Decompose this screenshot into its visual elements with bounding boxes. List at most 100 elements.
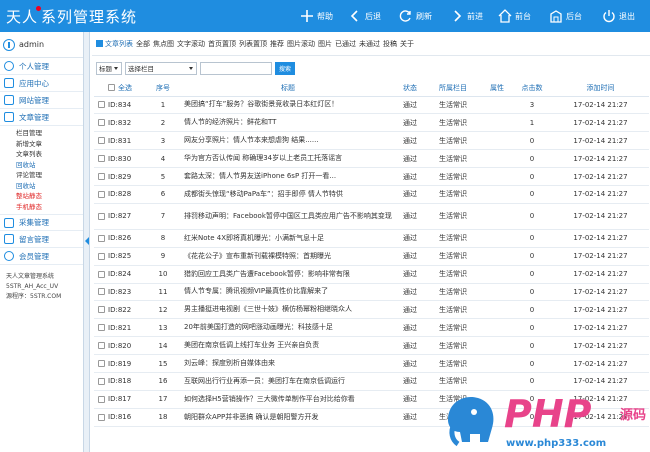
row-select[interactable]: ID:825 [94, 247, 146, 266]
row-select[interactable]: ID:826 [94, 229, 146, 248]
table-row[interactable]: ID:824 10 猎豹回应工具类广告遭Facebook暂停：影响非常有限 通过 生活常… [94, 265, 649, 284]
filter-link[interactable]: 关于 [400, 40, 414, 48]
row-checkbox[interactable] [98, 270, 105, 278]
row-status[interactable]: 通过 [396, 283, 424, 302]
select-all-checkbox[interactable] [108, 84, 115, 92]
sidebar-item-member[interactable]: 会员管理 [0, 248, 83, 265]
table-row[interactable]: ID:826 8 红米Note 4X即将真机曝光：小满新气息十足 通过 生活常识 0 17-… [94, 229, 649, 248]
row-checkbox[interactable] [98, 190, 105, 198]
row-title[interactable]: 男主播挺进电视剧《三世十妓》横仿杨幂粉相继晓众人 [180, 300, 396, 320]
row-checkbox[interactable] [98, 119, 105, 127]
filter-link[interactable]: 未通过 [359, 40, 380, 48]
backend-button[interactable]: 后台 [549, 0, 582, 32]
row-status[interactable]: 通过 [396, 113, 424, 133]
row-select[interactable]: ID:822 [94, 300, 146, 320]
sidebar-item-article[interactable]: 文章管理 [0, 109, 83, 126]
submenu-recycle[interactable]: 回收站 [0, 160, 83, 171]
row-status[interactable]: 通过 [396, 354, 424, 373]
submenu-static-mobile[interactable]: 手机静态 [0, 202, 83, 213]
row-title[interactable]: 《花花公子》宣布重新刊载裸模特照：首期曝光 [180, 247, 396, 266]
submenu-category[interactable]: 栏目管理 [0, 128, 83, 139]
row-checkbox[interactable] [98, 377, 105, 385]
sidebar-toggle[interactable] [84, 32, 90, 452]
filter-link[interactable]: 推荐 [270, 40, 284, 48]
filter-link[interactable]: 已通过 [335, 40, 356, 48]
row-status[interactable]: 通过 [396, 390, 424, 409]
filter-link[interactable]: 全部 [136, 40, 150, 48]
table-row[interactable]: ID:817 17 如何选择H5营销操作？三大微传单制作平台对比给你看 通过 生活常识 0… [94, 390, 649, 409]
sidebar-item-app-center[interactable]: 应用中心 [0, 75, 83, 92]
row-checkbox[interactable] [98, 413, 105, 421]
row-status[interactable]: 通过 [396, 336, 424, 356]
row-title[interactable]: 成都街头惊现“移动PaPa车”：招手即停 情人节特供 [180, 185, 396, 204]
filter-link[interactable]: 投稿 [383, 40, 397, 48]
search-button[interactable]: 搜索 [275, 61, 295, 75]
row-select[interactable]: ID:816 [94, 408, 146, 427]
submenu-comments[interactable]: 评论管理 [0, 170, 83, 181]
table-row[interactable]: ID:818 16 互联网出行行业再添一员：美团打车在南京低调运行 通过 生活常识 0 17… [94, 372, 649, 391]
row-status[interactable]: 通过 [396, 203, 424, 230]
row-select[interactable]: ID:834 [94, 96, 146, 115]
row-status[interactable]: 通过 [396, 300, 424, 320]
field-select[interactable]: 标题 [96, 61, 122, 75]
row-title[interactable]: 套路太深：情人节男友送iPhone 6sP 打开一看... [180, 167, 396, 186]
submenu-article-list[interactable]: 文章列表 [0, 149, 83, 160]
row-title[interactable]: 排罚移动声明：Facebook暂停中国区工具类应用广告不影响其变现 [180, 203, 396, 230]
row-title[interactable]: 美团搞“打车”服务？谷歌街景竞收录日本红灯区！ [180, 96, 396, 115]
submenu-new-article[interactable]: 新增文章 [0, 139, 83, 150]
row-select[interactable]: ID:820 [94, 336, 146, 356]
row-checkbox[interactable] [98, 212, 105, 220]
filter-link[interactable]: 列表置顶 [239, 40, 267, 48]
row-select[interactable]: ID:831 [94, 131, 146, 151]
table-row[interactable]: ID:834 1 美团搞“打车”服务？谷歌街景竞收录日本红灯区！ 通过 生活常识 3 17-… [94, 96, 649, 115]
submenu-comment-recycle[interactable]: 回收站 [0, 181, 83, 192]
sidebar-item-site[interactable]: 网站管理 [0, 92, 83, 109]
row-title[interactable]: 猎豹回应工具类广告遭Facebook暂停：影响非常有限 [180, 265, 396, 284]
row-title[interactable]: 互联网出行行业再添一员：美团打车在南京低调运行 [180, 372, 396, 391]
table-row[interactable]: ID:821 13 20年前美国打造的网吧涨动画曝光：科技感十足 通过 生活常识 0 17-… [94, 318, 649, 338]
row-status[interactable]: 通过 [396, 149, 424, 169]
row-checkbox[interactable] [98, 288, 105, 296]
row-checkbox[interactable] [98, 234, 105, 242]
row-checkbox[interactable] [98, 137, 105, 145]
row-status[interactable]: 通过 [396, 229, 424, 248]
help-button[interactable]: 帮助 [300, 0, 333, 32]
row-title[interactable]: 20年前美国打造的网吧涨动画曝光：科技感十足 [180, 318, 396, 338]
back-button[interactable]: 后退 [348, 0, 381, 32]
row-checkbox[interactable] [98, 173, 105, 180]
table-row[interactable]: ID:823 11 情人节专属：腾讯视频VIP最真性价比靠解来了 通过 生活常识 0 17-… [94, 283, 649, 302]
forward-button[interactable]: 前进 [450, 0, 483, 32]
row-checkbox[interactable] [98, 252, 105, 260]
row-select[interactable]: ID:817 [94, 390, 146, 409]
row-title[interactable]: 朝阳群众APP并非恶搞 确认是朝阳警方开发 [180, 408, 396, 427]
sidebar-item-personal[interactable]: 个人管理 [0, 58, 83, 75]
table-row[interactable]: ID:828 6 成都街头惊现“移动PaPa车”：招手即停 情人节特供 通过 生活常识 0… [94, 185, 649, 204]
category-select[interactable]: 选择栏目 [125, 61, 197, 75]
row-status[interactable]: 通过 [396, 265, 424, 284]
row-title[interactable]: 如何选择H5营销操作？三大微传单制作平台对比给你看 [180, 390, 396, 409]
row-select[interactable]: ID:819 [94, 354, 146, 373]
table-row[interactable]: ID:830 4 华为官方否认传闻 称确理34岁以上老员工托落谣言 通过 生活常识 0 17… [94, 149, 649, 169]
frontend-button[interactable]: 前台 [498, 0, 531, 32]
row-title[interactable]: 网友分享照片：情人节本来想虐狗 结果...... [180, 131, 396, 151]
row-select[interactable]: ID:824 [94, 265, 146, 284]
sidebar-item-message[interactable]: 留言管理 [0, 231, 83, 248]
table-row[interactable]: ID:822 12 男主播挺进电视剧《三世十妓》横仿杨幂粉相继晓众人 通过 生活常识 0 1… [94, 300, 649, 320]
select-all-header[interactable]: 全选 [94, 80, 146, 97]
row-status[interactable]: 通过 [396, 185, 424, 204]
filter-link[interactable]: 首页置顶 [208, 40, 236, 48]
logout-button[interactable]: 退出 [602, 0, 635, 32]
filter-link[interactable]: 焦点图 [153, 40, 174, 48]
filter-link[interactable]: 文字滚动 [177, 40, 205, 48]
row-checkbox[interactable] [98, 342, 105, 350]
row-select[interactable]: ID:828 [94, 185, 146, 204]
row-checkbox[interactable] [98, 155, 105, 163]
row-status[interactable]: 通过 [396, 372, 424, 391]
row-status[interactable]: 通过 [396, 96, 424, 115]
row-checkbox[interactable] [98, 360, 105, 368]
row-select[interactable]: ID:830 [94, 149, 146, 169]
row-status[interactable]: 通过 [396, 131, 424, 151]
row-status[interactable]: 通过 [396, 318, 424, 338]
table-row[interactable]: ID:827 7 排罚移动声明：Facebook暂停中国区工具类应用广告不影响其变现… [94, 203, 649, 230]
refresh-button[interactable]: 刷新 [399, 0, 432, 32]
